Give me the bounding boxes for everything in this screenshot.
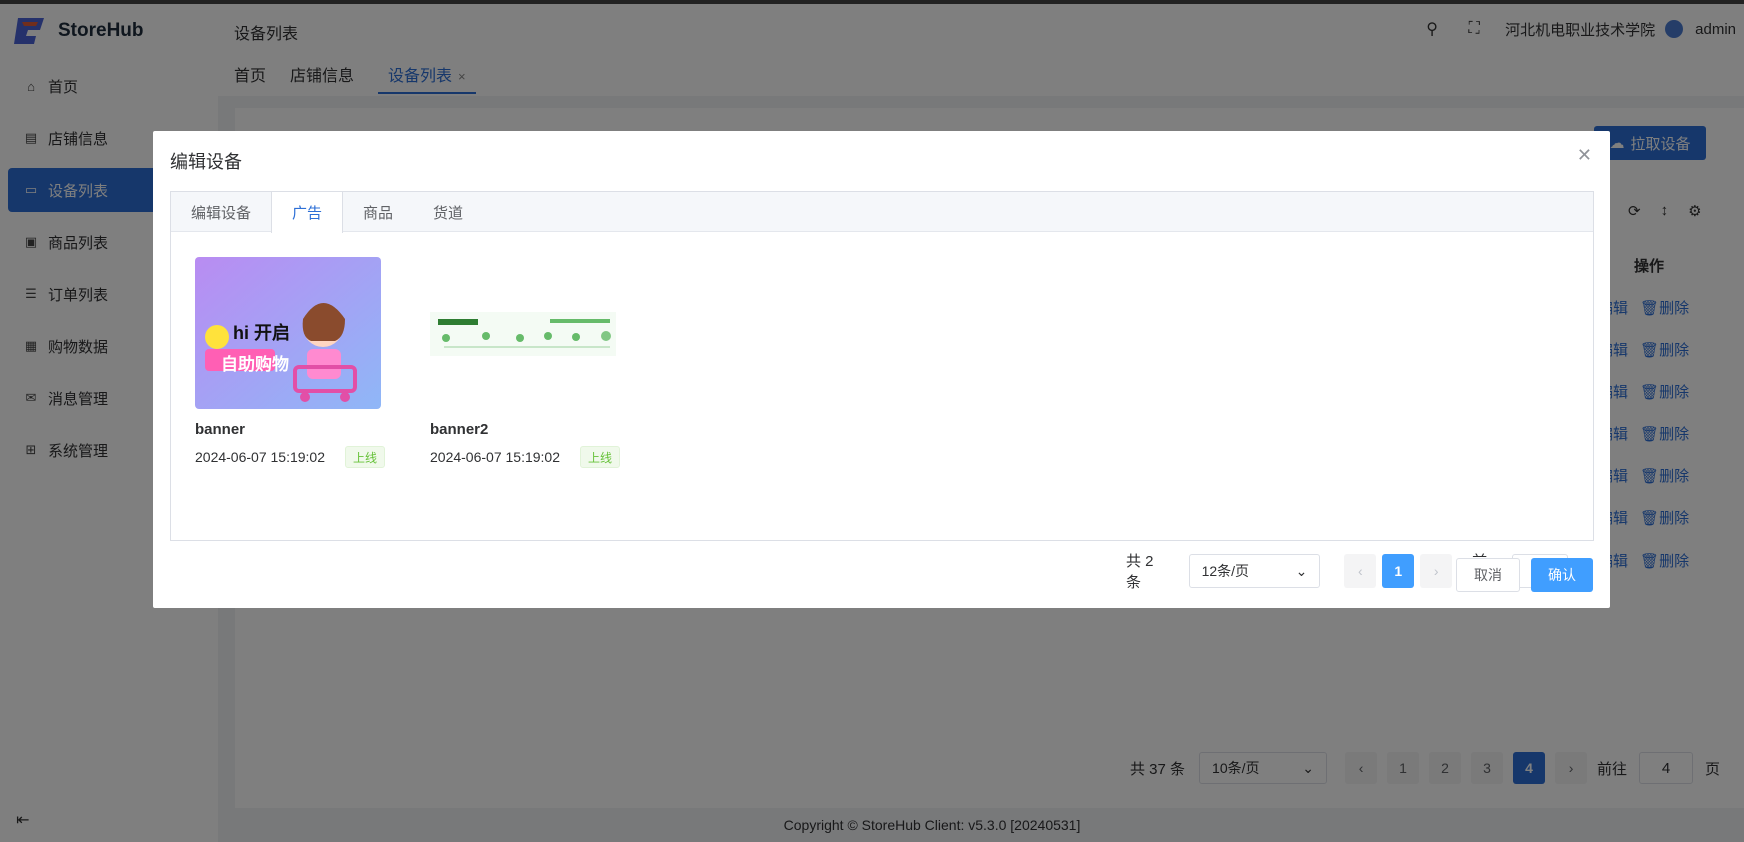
ad-name: banner <box>195 421 246 438</box>
close-icon[interactable]: ✕ <box>1577 145 1592 166</box>
ad-image[interactable] <box>430 257 616 409</box>
ad-card[interactable]: banner2 2024-06-07 15:19:02 上线 <box>430 257 621 468</box>
dialog-tabs-card: 编辑设备 广告 商品 货道 hi 开启 自助购物 banner 2024-06-… <box>170 191 1594 591</box>
status-badge: 上线 <box>345 446 386 468</box>
status-badge: 上线 <box>580 446 621 468</box>
tab-edit-device[interactable]: 编辑设备 <box>171 192 271 232</box>
ad-image-text: 自助购物 <box>221 355 289 374</box>
ad-meta: 2024-06-07 15:19:02 上线 <box>195 446 386 468</box>
ad-image-text: hi 开启 <box>233 323 290 343</box>
pagination-total: 共 2 条 <box>1126 553 1154 591</box>
banner2-image <box>430 257 616 409</box>
dialog-tabs: 编辑设备 广告 商品 货道 <box>171 192 1593 233</box>
ad-time: 2024-06-07 15:19:02 <box>430 449 560 465</box>
ad-meta: 2024-06-07 15:19:02 上线 <box>430 446 621 468</box>
prev-page-button[interactable]: ‹ <box>1344 554 1377 588</box>
tab-products[interactable]: 商品 <box>343 192 413 232</box>
confirm-button[interactable]: 确认 <box>1531 558 1593 592</box>
ad-time: 2024-06-07 15:19:02 <box>195 449 325 465</box>
edit-device-dialog: 编辑设备 ✕ 编辑设备 广告 商品 货道 hi 开启 自助购物 banner 2… <box>153 131 1610 608</box>
page-number-current[interactable]: 1 <box>1382 554 1415 588</box>
ad-name: banner2 <box>430 421 489 438</box>
chevron-down-icon: ⌄ <box>1295 562 1308 579</box>
page-size-select[interactable]: 12条/页 ⌄ <box>1188 554 1321 588</box>
dialog-title: 编辑设备 <box>170 152 242 172</box>
ad-card[interactable]: hi 开启 自助购物 banner 2024-06-07 15:19:02 上线 <box>195 257 386 468</box>
page-size-value: 12条/页 <box>1201 563 1250 579</box>
tab-channels[interactable]: 货道 <box>413 192 483 232</box>
cancel-button[interactable]: 取消 <box>1456 558 1520 592</box>
ads-pagination: 共 2 条 12条/页 ⌄ ‹ 1 › 前往 1 页 <box>1126 550 1593 592</box>
tab-ads[interactable]: 广告 <box>271 192 344 233</box>
next-page-button[interactable]: › <box>1420 554 1453 588</box>
